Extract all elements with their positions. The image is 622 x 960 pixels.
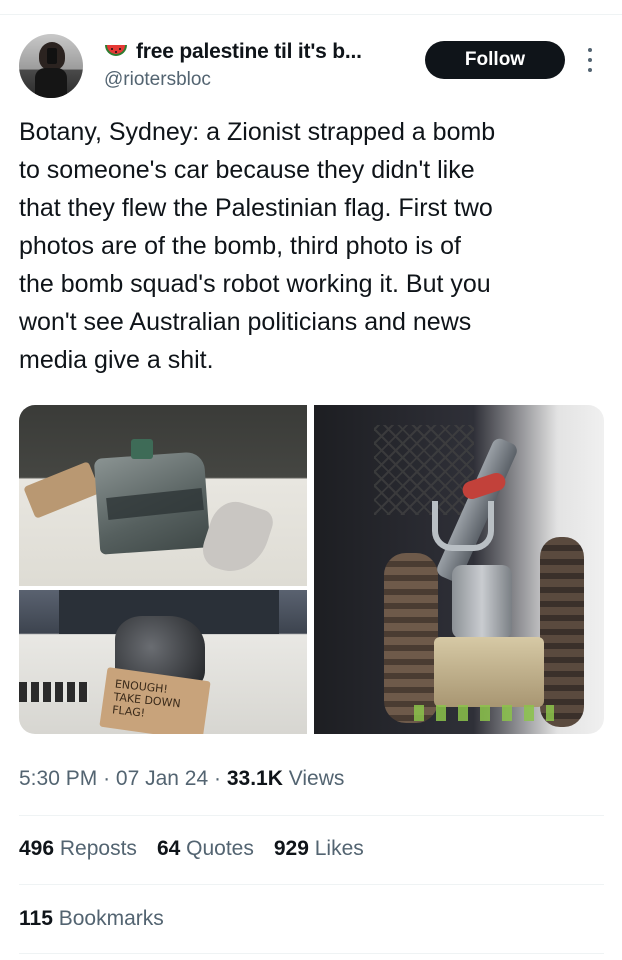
media-grid: ENOUGH! TAKE DOWN FLAG!: [19, 405, 604, 734]
photo-bomb-robot[interactable]: [314, 405, 604, 734]
more-options-icon[interactable]: [584, 48, 596, 72]
robot-track-right: [540, 537, 584, 727]
views-count: 33.1K: [226, 767, 283, 790]
engagement-stats: 496 Reposts 64 Quotes 929 Likes: [19, 837, 364, 861]
user-handle[interactable]: @riotersbloc: [104, 69, 211, 91]
tweet-text: Botany, Sydney: a Zionist strapped a bom…: [19, 118, 496, 374]
jerry-can-cap: [131, 439, 153, 459]
divider: [19, 815, 604, 816]
quotes-stat[interactable]: 64 Quotes: [157, 837, 254, 861]
quotes-label: Quotes: [186, 837, 254, 860]
meta-separator: ·: [103, 767, 111, 790]
likes-label: Likes: [314, 837, 364, 860]
reposts-count: 496: [19, 837, 55, 860]
display-name[interactable]: free palestine til it's b...: [136, 40, 362, 64]
likes-count: 929: [273, 837, 309, 860]
green-cables: [414, 705, 554, 721]
sign-text: ENOUGH! TAKE DOWN FLAG!: [111, 677, 182, 720]
author-name-row[interactable]: free palestine til it's b...: [104, 40, 362, 64]
rag: [197, 495, 277, 581]
divider: [19, 884, 604, 885]
likes-stat[interactable]: 929 Likes: [274, 837, 364, 861]
tweet-meta: 5:30 PM · 07 Jan 24 · 33.1K Views: [19, 767, 344, 791]
views-label: Views: [288, 767, 345, 790]
top-divider: [0, 14, 622, 15]
robot-head: [452, 565, 512, 639]
follow-button[interactable]: Follow: [425, 41, 565, 79]
photo-bomb-with-sign[interactable]: ENOUGH! TAKE DOWN FLAG!: [19, 590, 307, 734]
meta-separator: ·: [214, 767, 221, 790]
avatar[interactable]: [19, 34, 83, 98]
robot-track-left: [384, 553, 438, 723]
watermelon-icon: [104, 43, 128, 61]
divider: [19, 953, 604, 954]
tweet-date[interactable]: 07 Jan 24: [116, 767, 208, 790]
robot-claw: [432, 501, 494, 551]
bookmarks-stat[interactable]: 115 Bookmarks: [19, 907, 164, 931]
robot-body: [434, 637, 544, 707]
quotes-count: 64: [156, 837, 181, 860]
bookmarks-label: Bookmarks: [58, 907, 164, 930]
photo-bomb-jerry-can[interactable]: [19, 405, 307, 586]
reposts-stat[interactable]: 496 Reposts: [19, 837, 137, 861]
bookmarks-count: 115: [19, 907, 53, 930]
cardboard-scrap: [23, 461, 101, 519]
avatar-body: [35, 68, 67, 98]
avatar-phone: [47, 48, 57, 64]
reposts-label: Reposts: [59, 837, 137, 860]
car-grille: [19, 682, 89, 702]
tweet-time[interactable]: 5:30 PM: [19, 767, 97, 790]
